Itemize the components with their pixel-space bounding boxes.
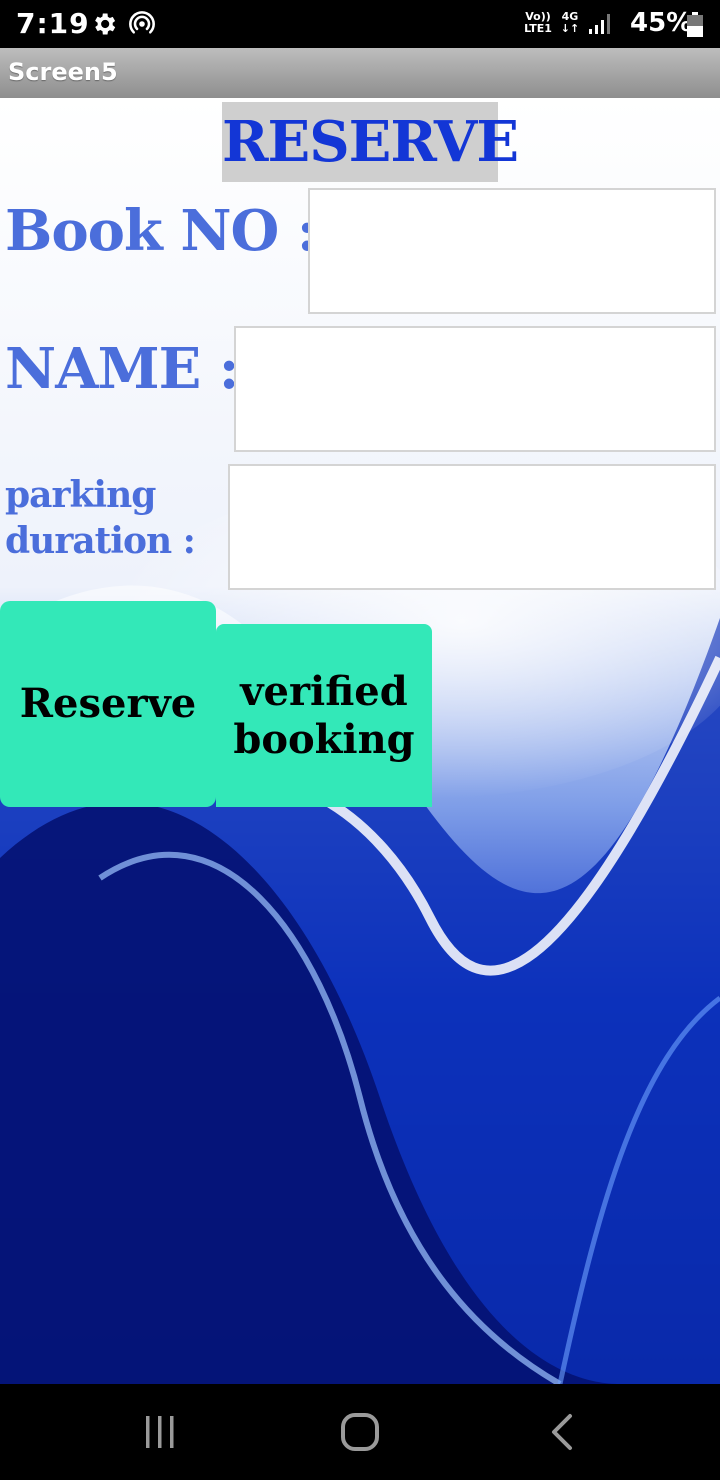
navigation-bar xyxy=(0,1384,720,1480)
volte-indicator: Vo)) LTE1 xyxy=(522,11,554,35)
parking-duration-label-line1: parking xyxy=(5,474,156,516)
status-bar: 7:19 Vo)) LTE1 4G ↓↑ 45% xyxy=(0,0,720,48)
recent-apps-icon[interactable] xyxy=(140,1414,180,1450)
parking-duration-label-line2: duration : xyxy=(5,520,196,562)
network-arrows: ↓↑ xyxy=(560,22,580,35)
page-heading: RESERVE xyxy=(222,102,519,182)
home-icon[interactable] xyxy=(338,1412,382,1452)
parking-duration-label: parking duration : xyxy=(5,472,196,564)
screen-content: RESERVE Book NO : NAME : parking duratio… xyxy=(0,98,720,1384)
signal-icon xyxy=(589,14,610,34)
network-indicator: 4G ↓↑ xyxy=(560,11,580,35)
verified-booking-line1: verified xyxy=(240,667,408,715)
name-label: NAME : xyxy=(5,336,239,402)
status-time: 7:19 xyxy=(16,7,90,40)
name-input[interactable] xyxy=(234,326,716,452)
parking-duration-input[interactable] xyxy=(228,464,716,590)
app-title: Screen5 xyxy=(8,58,118,86)
app-title-bar: Screen5 xyxy=(0,48,720,98)
back-icon[interactable] xyxy=(546,1412,578,1452)
gear-icon xyxy=(95,13,116,35)
reserve-button[interactable]: Reserve xyxy=(0,601,216,807)
verified-booking-line2: booking xyxy=(233,715,415,763)
battery-icon xyxy=(687,12,703,37)
book-no-label: Book NO : xyxy=(5,198,317,264)
battery-percent: 45% xyxy=(630,8,693,38)
book-no-input[interactable] xyxy=(308,188,716,314)
volte-bottom: LTE1 xyxy=(524,22,552,35)
hotspot-icon xyxy=(129,11,155,34)
verified-booking-button[interactable]: verified booking xyxy=(216,624,432,807)
